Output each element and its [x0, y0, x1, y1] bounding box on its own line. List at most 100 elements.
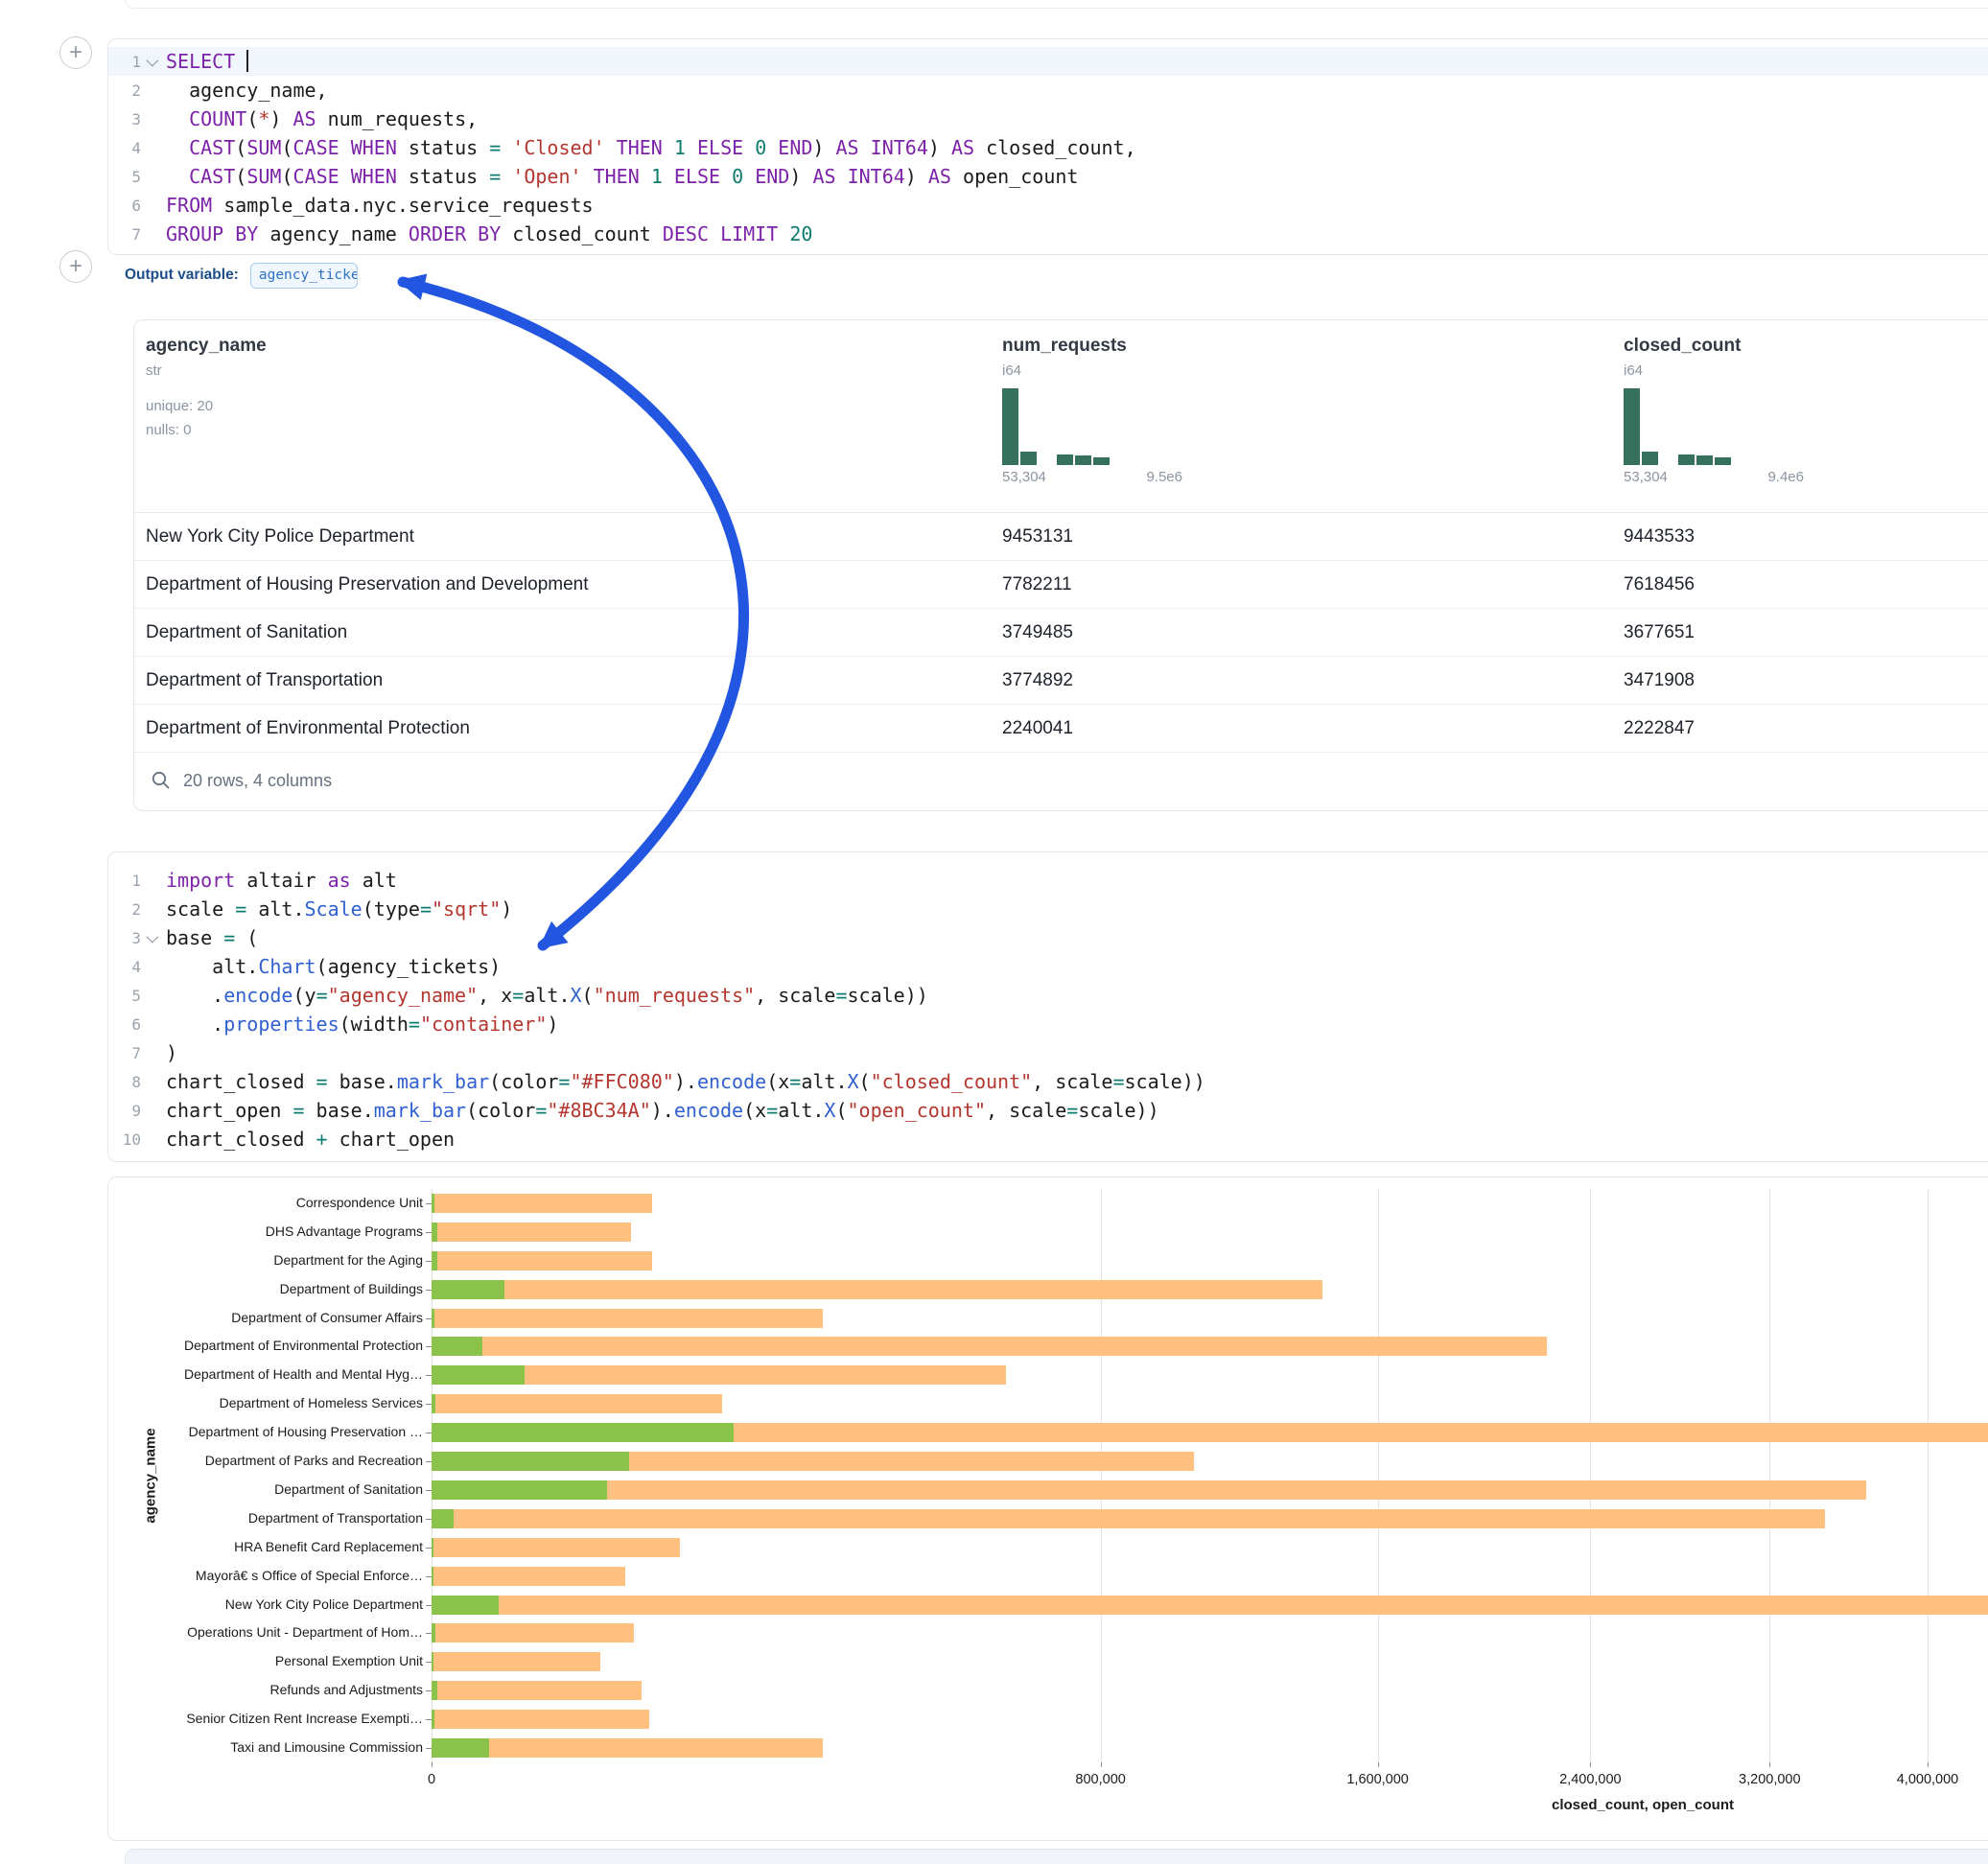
code-line[interactable]: 1import altair as alt — [108, 866, 1988, 895]
line-number: 7 — [108, 1044, 141, 1062]
table-row[interactable]: New York City Police Department945313194… — [134, 513, 1988, 561]
code-line[interactable]: 1SELECT — [108, 47, 1988, 76]
code-token: = — [223, 926, 235, 949]
sql-cell[interactable]: 1SELECT 2 agency_name,3 COUNT(*) AS num_… — [107, 38, 1988, 255]
code-line[interactable]: 7GROUP BY agency_name ORDER BY closed_co… — [108, 220, 1988, 248]
code-line[interactable]: 8chart_closed = base.mark_bar(color="#FF… — [108, 1067, 1988, 1096]
code-token: "open_count" — [848, 1099, 987, 1122]
code-text: chart_open = base.mark_bar(color="#8BC34… — [160, 1096, 1159, 1125]
code-token: ). — [651, 1099, 674, 1122]
histogram-range: 53,3049.4e6 — [1624, 469, 1804, 485]
line-gutter: 6 — [108, 197, 160, 215]
code-token: ) — [812, 136, 835, 159]
code-line[interactable]: 9chart_open = base.mark_bar(color="#8BC3… — [108, 1096, 1988, 1125]
code-token: ( — [281, 136, 292, 159]
column-header-num_requests[interactable]: num_requestsi6453,3049.5e6 — [991, 320, 1612, 512]
code-token: BY — [235, 222, 258, 245]
histogram-min: 53,304 — [1002, 469, 1046, 485]
code-token: "agency_name" — [328, 984, 479, 1007]
code-token: (type — [363, 897, 420, 920]
add-cell-button[interactable]: + — [59, 250, 92, 283]
code-line[interactable]: 4 CAST(SUM(CASE WHEN status = 'Closed' T… — [108, 133, 1988, 162]
line-gutter: 5 — [108, 987, 160, 1005]
code-token — [743, 165, 755, 188]
code-token: sample_data.nyc.service_requests — [212, 194, 593, 217]
code-line[interactable]: 6 .properties(width="container") — [108, 1010, 1988, 1038]
code-token: DESC — [663, 222, 709, 245]
code-line[interactable]: 5 CAST(SUM(CASE WHEN status = 'Open' THE… — [108, 162, 1988, 191]
code-line[interactable]: 6FROM sample_data.nyc.service_requests — [108, 191, 1988, 220]
y-axis-label: Department of Parks and Recreation — [137, 1453, 423, 1468]
table-cell: 7782211 — [991, 574, 1612, 595]
code-token: SUM — [246, 136, 281, 159]
search-icon[interactable] — [151, 770, 172, 791]
code-line[interactable]: 2scale = alt.Scale(type="sqrt") — [108, 895, 1988, 923]
table-row[interactable]: Department of Sanitation37494853677651 — [134, 609, 1988, 657]
fold-chevron-icon[interactable] — [146, 930, 158, 943]
code-token: "#8BC34A" — [547, 1099, 650, 1122]
code-token: = — [489, 165, 501, 188]
bar-open-count — [432, 1280, 504, 1299]
gridline — [432, 1189, 433, 1762]
bar-chart: 0800,0001,600,0002,400,0003,200,0004,000… — [108, 1177, 1988, 1840]
bar-open-count — [432, 1538, 433, 1557]
fold-chevron-box — [141, 901, 160, 917]
code-token: ) — [269, 107, 292, 130]
code-token: num_requests, — [316, 107, 479, 130]
code-token — [709, 222, 720, 245]
line-gutter: 6 — [108, 1015, 160, 1034]
column-header-closed_count[interactable]: closed_counti6453,3049.4e6 — [1612, 320, 1988, 512]
table-cell: 7618456 — [1612, 574, 1988, 595]
histogram-bar — [1642, 452, 1658, 465]
table-cell: Department of Sanitation — [134, 622, 991, 643]
code-token: = — [409, 1013, 420, 1036]
code-token: = — [535, 1099, 547, 1122]
table-row[interactable]: Department of Transportation377489234719… — [134, 657, 1988, 705]
line-gutter: 1 — [108, 53, 160, 71]
fold-chevron-box — [141, 198, 160, 213]
table-row[interactable]: Department of Environmental Protection22… — [134, 705, 1988, 753]
bar-open-count — [432, 1309, 434, 1328]
column-name: agency_name — [146, 336, 991, 357]
fold-chevron-icon[interactable] — [146, 54, 158, 66]
add-cell-button[interactable]: + — [59, 36, 92, 69]
code-token: = — [1112, 1070, 1124, 1093]
code-token: (agency_tickets) — [316, 955, 502, 978]
code-token: ) — [789, 165, 812, 188]
bar-closed-count — [432, 1194, 652, 1213]
histogram-bar — [1696, 455, 1713, 465]
bar-closed-count — [432, 1710, 649, 1729]
code-token: . — [166, 1013, 223, 1036]
code-line[interactable]: 4 alt.Chart(agency_tickets) — [108, 952, 1988, 981]
table-cell: 2240041 — [991, 718, 1612, 739]
output-variable-chip[interactable]: agency_tickets — [250, 263, 358, 289]
python-code-editor[interactable]: 1import altair as alt2scale = alt.Scale(… — [108, 866, 1988, 1153]
code-token: (x — [743, 1099, 766, 1122]
code-line[interactable]: 7) — [108, 1038, 1988, 1067]
bar-closed-count — [432, 1251, 652, 1270]
code-token: CASE — [292, 165, 339, 188]
code-token: ORDER — [409, 222, 466, 245]
bar-closed-count — [432, 1394, 722, 1413]
column-header-agency_name[interactable]: agency_namestrunique: 20nulls: 0 — [134, 320, 991, 512]
code-line[interactable]: 10chart_closed + chart_open — [108, 1125, 1988, 1153]
line-gutter: 4 — [108, 139, 160, 157]
fold-chevron-box — [141, 959, 160, 974]
table-row[interactable]: Department of Housing Preservation and D… — [134, 561, 1988, 609]
sql-code-editor[interactable]: 1SELECT 2 agency_name,3 COUNT(*) AS num_… — [108, 47, 1988, 248]
code-line[interactable]: 3 COUNT(*) AS num_requests, — [108, 105, 1988, 133]
python-cell[interactable]: 1import altair as alt2scale = alt.Scale(… — [107, 851, 1988, 1162]
code-token: base. — [305, 1099, 374, 1122]
code-line[interactable]: 2 agency_name, — [108, 76, 1988, 105]
code-token: 'Closed' — [512, 136, 604, 159]
code-token — [466, 222, 478, 245]
code-line[interactable]: 3base = ( — [108, 923, 1988, 952]
code-token: closed_count, — [974, 136, 1136, 159]
histogram-range: 53,3049.5e6 — [1002, 469, 1182, 485]
line-gutter: 10 — [108, 1130, 160, 1149]
code-line[interactable]: 5 .encode(y="agency_name", x=alt.X("num_… — [108, 981, 1988, 1010]
code-text: alt.Chart(agency_tickets) — [160, 952, 501, 981]
code-token: = — [558, 1070, 570, 1093]
column-meta-line: nulls: 0 — [146, 418, 991, 442]
line-gutter: 4 — [108, 958, 160, 976]
